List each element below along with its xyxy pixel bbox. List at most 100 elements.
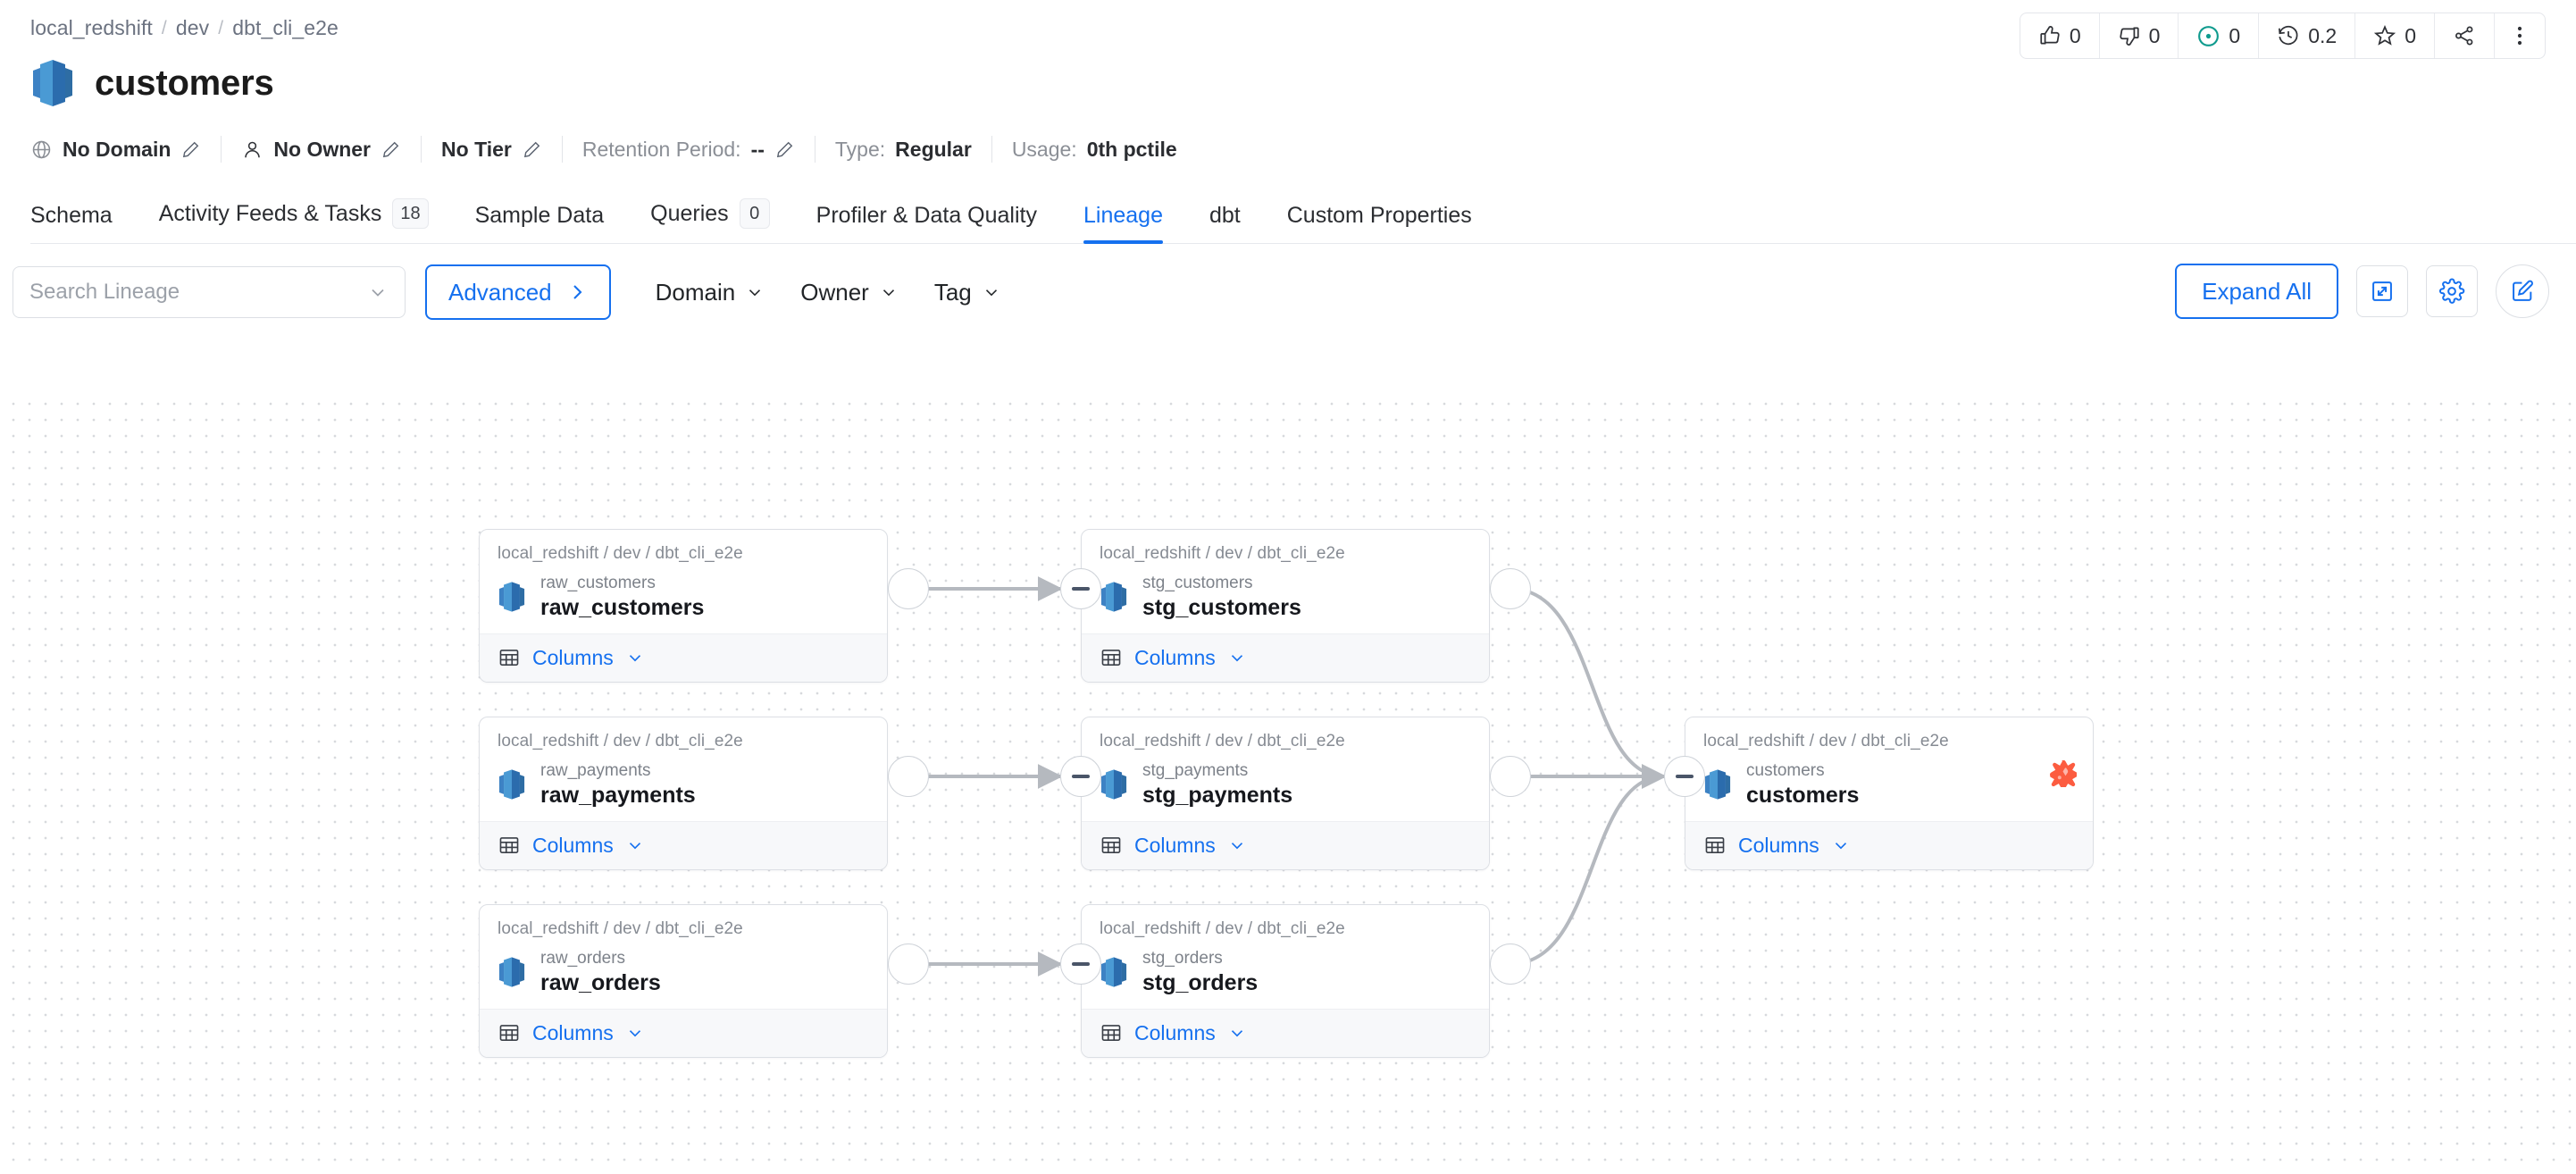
node-subtitle: stg_payments	[1142, 761, 1292, 781]
domain-label: No Domain	[63, 138, 171, 162]
node-texts: raw_customers raw_customers	[540, 574, 704, 621]
divider	[421, 136, 422, 163]
follow-button[interactable]: 0	[2355, 13, 2435, 58]
lineage-settings-button[interactable]	[2426, 265, 2478, 317]
lineage-node-stg-payments[interactable]: local_redshift / dev / dbt_cli_e2e stg_p…	[1081, 717, 1490, 870]
history-icon	[2277, 24, 2300, 47]
edge-stg-orders-customers	[1510, 776, 1664, 964]
thumbs-down-count: 0	[2149, 24, 2161, 48]
retention-value: --	[751, 138, 765, 162]
filter-owner[interactable]: Owner	[782, 279, 916, 306]
divider	[991, 136, 992, 163]
retention-field[interactable]: Retention Period: --	[582, 138, 815, 162]
version-history-button[interactable]: 0.2	[2259, 13, 2355, 58]
node-handle-out-stg-customers[interactable]	[1490, 568, 1531, 609]
node-columns-toggle[interactable]: Columns	[1082, 821, 1489, 869]
expand-all-button[interactable]: Expand All	[2175, 264, 2338, 319]
node-path: local_redshift / dev / dbt_cli_e2e	[1100, 544, 1471, 564]
lineage-node-stg-orders[interactable]: local_redshift / dev / dbt_cli_e2e stg_o…	[1081, 904, 1490, 1058]
fullscreen-button[interactable]	[2356, 265, 2408, 317]
type-value: Regular	[895, 138, 972, 162]
share-button[interactable]	[2435, 13, 2495, 58]
filter-tag[interactable]: Tag	[916, 279, 1019, 306]
edit-pencil-icon	[522, 139, 542, 160]
tab-profiler-data-quality[interactable]: Profiler & Data Quality	[793, 203, 1060, 243]
tab-sample-data[interactable]: Sample Data	[452, 203, 628, 243]
more-options-button[interactable]	[2495, 13, 2545, 58]
thumbs-down-button[interactable]: 0	[2100, 13, 2179, 58]
node-columns-toggle[interactable]: Columns	[1082, 633, 1489, 682]
tab-custom-properties[interactable]: Custom Properties	[1264, 203, 1495, 243]
node-main: stg_payments stg_payments	[1100, 761, 1471, 809]
node-handle-in-stg-orders[interactable]	[1060, 943, 1101, 985]
node-columns-toggle[interactable]: Columns	[480, 821, 887, 869]
entity-tabs: Schema Activity Feeds & Tasks 18 Sample …	[30, 192, 2576, 244]
chevron-down-icon	[745, 282, 765, 302]
domain-field[interactable]: No Domain	[30, 138, 221, 162]
node-main: customers customers	[1703, 761, 2075, 809]
columns-label: Columns	[1134, 834, 1216, 858]
lineage-node-raw-payments[interactable]: local_redshift / dev / dbt_cli_e2e raw_p…	[479, 717, 888, 870]
node-subtitle: customers	[1746, 761, 1859, 781]
tab-label: Profiler & Data Quality	[816, 203, 1037, 229]
node-handle-out-raw-customers[interactable]	[888, 568, 929, 609]
tab-schema[interactable]: Schema	[30, 203, 136, 243]
breadcrumb-item-0[interactable]: local_redshift	[30, 16, 153, 40]
node-path: local_redshift / dev / dbt_cli_e2e	[1100, 732, 1471, 751]
lineage-node-stg-customers[interactable]: local_redshift / dev / dbt_cli_e2e stg_c…	[1081, 529, 1490, 683]
thumbs-up-button[interactable]: 0	[2020, 13, 2100, 58]
edit-lineage-icon	[2510, 279, 2535, 304]
node-handle-out-stg-payments[interactable]	[1490, 756, 1531, 797]
owner-field[interactable]: No Owner	[241, 138, 421, 162]
node-body: local_redshift / dev / dbt_cli_e2e raw_p…	[480, 717, 887, 821]
tab-lineage[interactable]: Lineage	[1060, 203, 1186, 243]
lineage-node-customers[interactable]: local_redshift / dev / dbt_cli_e2e custo…	[1685, 717, 2094, 870]
node-handle-in-stg-payments[interactable]	[1060, 756, 1101, 797]
edit-pencil-icon	[381, 139, 401, 160]
node-main: stg_orders stg_orders	[1100, 949, 1471, 996]
node-handle-out-raw-orders[interactable]	[888, 943, 929, 985]
retention-label: Retention Period:	[582, 138, 741, 162]
lineage-canvas[interactable]: local_redshift / dev / dbt_cli_e2e raw_c…	[0, 390, 2576, 1174]
node-path: local_redshift / dev / dbt_cli_e2e	[1100, 919, 1471, 939]
version-count: 0.2	[2308, 24, 2337, 48]
share-icon	[2453, 24, 2476, 47]
tab-activity-feeds-tasks[interactable]: Activity Feeds & Tasks 18	[136, 198, 452, 243]
node-texts: customers customers	[1746, 761, 1859, 809]
type-field: Type: Regular	[835, 138, 991, 162]
node-columns-toggle[interactable]: Columns	[1082, 1009, 1489, 1057]
lineage-filters: Domain Owner Tag	[638, 279, 1019, 306]
columns-label: Columns	[1738, 834, 1819, 858]
redshift-icon	[1703, 767, 1732, 801]
redshift-icon	[498, 955, 526, 989]
announcement-button[interactable]: 0	[2179, 13, 2259, 58]
breadcrumb-item-2[interactable]: dbt_cli_e2e	[232, 16, 339, 40]
filter-domain[interactable]: Domain	[638, 279, 783, 306]
chevron-down-icon	[982, 282, 1001, 302]
redshift-icon	[30, 58, 75, 108]
redshift-icon	[498, 767, 526, 801]
node-columns-toggle[interactable]: Columns	[480, 1009, 887, 1057]
node-columns-toggle[interactable]: Columns	[1685, 821, 2093, 869]
node-body: local_redshift / dev / dbt_cli_e2e raw_o…	[480, 905, 887, 1009]
tier-field[interactable]: No Tier	[441, 138, 562, 162]
advanced-button[interactable]: Advanced	[425, 264, 611, 320]
tab-dbt[interactable]: dbt	[1186, 203, 1264, 243]
tab-queries[interactable]: Queries 0	[627, 198, 793, 243]
lineage-node-raw-customers[interactable]: local_redshift / dev / dbt_cli_e2e raw_c…	[479, 529, 888, 683]
node-subtitle: raw_customers	[540, 574, 704, 593]
node-handle-out-stg-orders[interactable]	[1490, 943, 1531, 985]
search-lineage-input[interactable]: Search Lineage	[13, 266, 406, 318]
edit-lineage-button[interactable]	[2496, 264, 2549, 318]
node-columns-toggle[interactable]: Columns	[480, 633, 887, 682]
node-handle-out-raw-payments[interactable]	[888, 756, 929, 797]
search-placeholder: Search Lineage	[29, 280, 180, 305]
node-handle-in-stg-customers[interactable]	[1060, 568, 1101, 609]
node-title: stg_customers	[1142, 594, 1301, 621]
node-subtitle: stg_orders	[1142, 949, 1258, 969]
breadcrumb-item-1[interactable]: dev	[176, 16, 209, 40]
expand-all-label: Expand All	[2202, 278, 2312, 306]
node-handle-in-customers[interactable]	[1664, 756, 1705, 797]
lineage-node-raw-orders[interactable]: local_redshift / dev / dbt_cli_e2e raw_o…	[479, 904, 888, 1058]
node-texts: raw_orders raw_orders	[540, 949, 661, 996]
